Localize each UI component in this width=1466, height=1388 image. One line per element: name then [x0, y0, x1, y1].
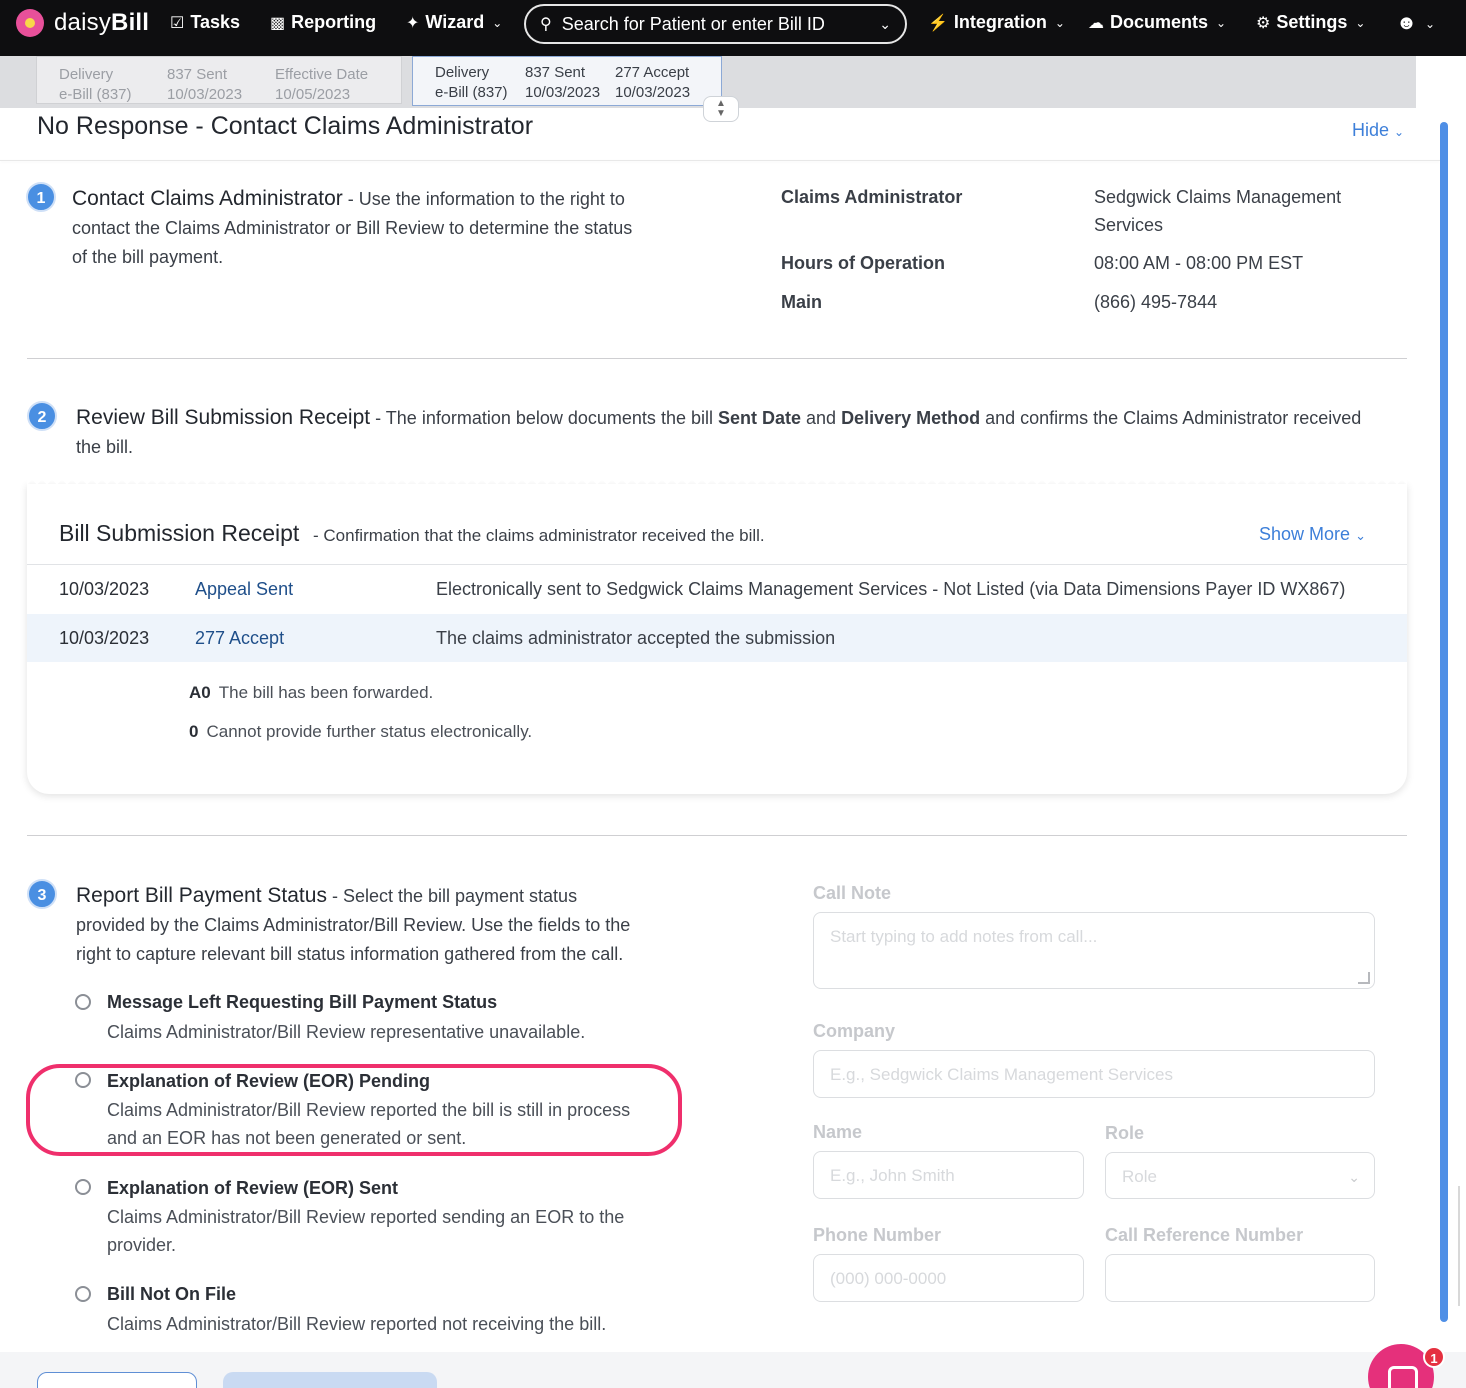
edge-line	[1458, 1186, 1466, 1306]
table-row: 10/03/2023 277 Accept The claims adminis…	[27, 614, 1407, 662]
chevron-down-icon: ⌄	[1216, 15, 1227, 30]
chevron-down-icon: ⌄	[1355, 528, 1366, 543]
history-tab-active[interactable]: Delivery e-Bill (837) 837 Sent 10/03/2023 …	[412, 56, 722, 106]
highlight-annotation	[26, 1064, 682, 1156]
main-phone-label: Main	[781, 292, 823, 312]
receipt-subtitle: - Confirmation that the claims administr…	[313, 526, 765, 545]
chevron-down-icon: ⌄	[1054, 15, 1065, 30]
chevron-down-icon: ⌄	[1355, 15, 1366, 30]
name-input[interactable]: E.g., John Smith	[813, 1151, 1084, 1199]
phone-input[interactable]: (000) 000-0000	[813, 1254, 1084, 1302]
top-nav: daisyBill ☑ Tasks ▩ Reporting ✦ Wizard ⌄…	[0, 0, 1466, 56]
call-note-label: Call Note	[813, 883, 892, 903]
history-tab-inactive[interactable]: Delivery e-Bill (837) 837 Sent 10/03/2023 …	[36, 56, 402, 104]
footer-bar	[0, 1352, 1466, 1388]
step-3-badge: 3	[27, 879, 57, 909]
status-code-line: A0 The bill has been forwarded.	[189, 683, 434, 702]
section-divider	[27, 358, 1407, 359]
option-title: Message Left Requesting Bill Payment Sta…	[107, 992, 498, 1012]
scrollbar[interactable]	[1440, 122, 1448, 1322]
nav-wizard[interactable]: ✦ Wizard ⌄	[406, 12, 502, 33]
user-menu[interactable]: ☻ ⌄	[1396, 12, 1435, 35]
option-title: Explanation of Review (EOR) Sent	[107, 1178, 399, 1198]
hours-value: 08:00 AM - 08:00 PM EST	[1094, 253, 1304, 273]
appeal-sent-link[interactable]: Appeal Sent	[195, 579, 293, 600]
company-input[interactable]: E.g., Sedgwick Claims Management Service…	[813, 1050, 1375, 1098]
radio-message-left[interactable]	[75, 994, 91, 1010]
nav-settings[interactable]: ⚙ Settings ⌄	[1256, 12, 1365, 33]
277-accept-link[interactable]: 277 Accept	[195, 628, 284, 649]
main-phone-value: (866) 495-7844	[1094, 292, 1218, 312]
search-input[interactable]: ⚲ Search for Patient or enter Bill ID ⌄	[524, 4, 907, 44]
resize-grip-icon[interactable]	[1358, 972, 1370, 984]
magic-wand-icon: ✦	[406, 14, 420, 32]
company-label: Company	[813, 1021, 896, 1041]
nav-documents[interactable]: ☁ Documents ⌄	[1088, 12, 1226, 33]
notification-badge: 1	[1423, 1346, 1445, 1368]
hours-label: Hours of Operation	[781, 253, 946, 273]
option-description: Claims Administrator/Bill Review represe…	[107, 1022, 586, 1042]
clipboard-icon: ☑	[170, 14, 185, 32]
radio-bill-not-on-file[interactable]	[75, 1286, 91, 1302]
radio-eor-sent[interactable]	[75, 1179, 91, 1195]
option-title: Bill Not On File	[107, 1284, 236, 1304]
gear-icon: ⚙	[1256, 14, 1271, 32]
step-2-text: Review Bill Submission Receipt - The inf…	[76, 406, 1362, 457]
call-note-textarea[interactable]: Start typing to add notes from call...	[813, 912, 1375, 989]
option-description: Claims Administrator/Bill Review reporte…	[107, 1314, 607, 1334]
step-3-text: Report Bill Payment Status - Select the …	[76, 884, 631, 964]
chevron-down-icon: ⌄	[1348, 1169, 1360, 1185]
role-select[interactable]: Role ⌄	[1105, 1152, 1375, 1199]
expand-collapse-button[interactable]: ▲ ▼	[703, 96, 739, 122]
daisy-flower-icon	[16, 9, 44, 37]
phone-label: Phone Number	[813, 1225, 942, 1245]
step-2-badge: 2	[27, 401, 57, 431]
option-description: Claims Administrator/Bill Review reporte…	[107, 1207, 625, 1255]
page-title: No Response - Contact Claims Administrat…	[37, 112, 534, 140]
bar-chart-icon: ▩	[270, 14, 286, 32]
receipt-zigzag-edge	[27, 478, 1407, 488]
cloud-icon: ☁	[1088, 14, 1104, 32]
chevron-down-icon[interactable]: ⌄	[879, 16, 891, 33]
call-ref-input[interactable]	[1105, 1254, 1375, 1302]
bill-submission-receipt: Bill Submission Receipt - Confirmation t…	[27, 478, 1407, 794]
receipt-title: Bill Submission Receipt	[59, 520, 300, 546]
step-1-badge: 1	[26, 182, 56, 212]
show-more-link[interactable]: Show More ⌄	[1259, 524, 1366, 545]
logo-text: daisyBill	[54, 9, 150, 36]
primary-button[interactable]	[223, 1372, 437, 1388]
step-1-text: Contact Claims Administrator - Use the i…	[72, 187, 633, 267]
hide-link[interactable]: Hide ⌄	[1352, 120, 1404, 141]
table-row: 10/03/2023 Appeal Sent Electronically se…	[59, 579, 1346, 600]
nav-integration[interactable]: ⚡ Integration ⌄	[928, 12, 1065, 33]
search-icon: ⚲	[540, 16, 552, 33]
nav-tasks[interactable]: ☑ Tasks	[170, 12, 240, 33]
name-label: Name	[813, 1122, 863, 1142]
chevron-down-icon: ⌄	[492, 15, 503, 30]
daisybill-logo[interactable]: daisyBill	[16, 9, 149, 37]
header-divider	[0, 160, 1440, 161]
chevron-down-icon: ⌄	[1394, 125, 1405, 139]
lightning-icon: ⚡	[928, 14, 948, 32]
claims-admin-value: Sedgwick Claims Management Services	[1094, 187, 1342, 235]
nav-reporting[interactable]: ▩ Reporting	[270, 12, 376, 33]
claims-admin-label: Claims Administrator	[781, 187, 963, 207]
role-label: Role	[1105, 1123, 1145, 1143]
status-code-line: 0 Cannot provide further status electroni…	[189, 722, 533, 741]
chevron-down-icon: ⌄	[1425, 16, 1436, 31]
user-circle-icon: ☻	[1396, 12, 1418, 34]
sort-arrows-icon: ▲ ▼	[716, 98, 726, 119]
call-ref-label: Call Reference Number	[1105, 1225, 1304, 1245]
secondary-button[interactable]	[37, 1372, 197, 1388]
section-divider	[27, 835, 1407, 836]
